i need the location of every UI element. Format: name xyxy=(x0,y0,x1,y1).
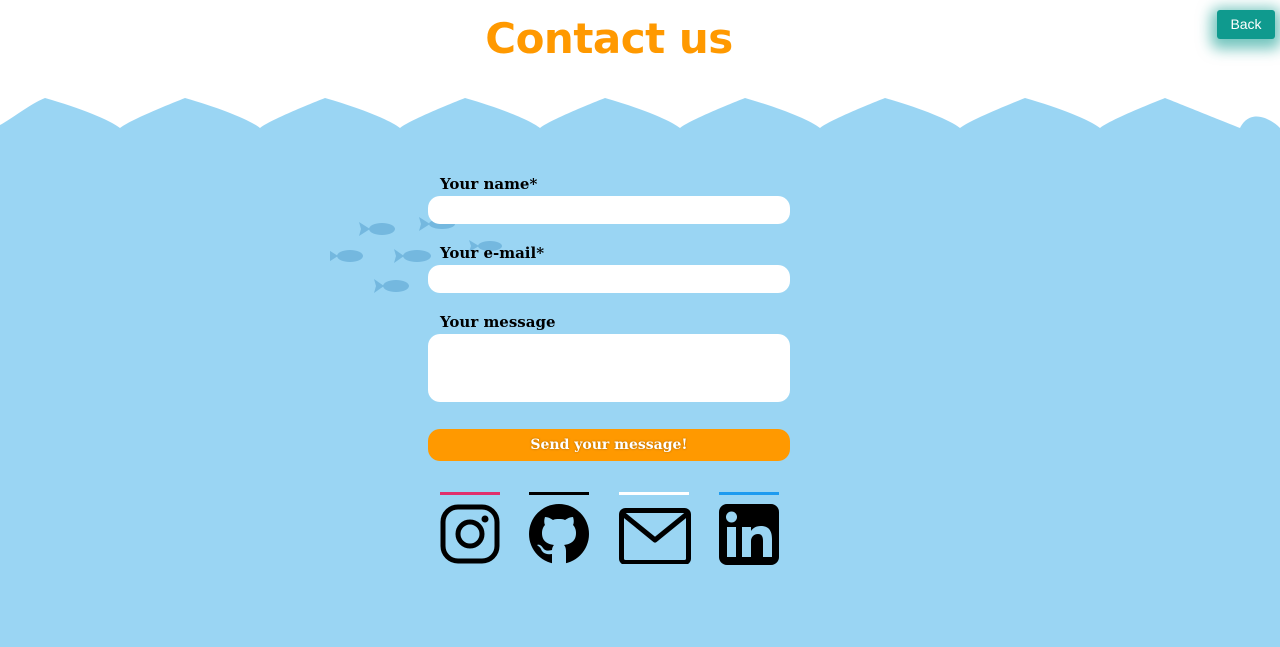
instagram-link[interactable] xyxy=(440,492,500,567)
fish-icon xyxy=(330,250,363,262)
instagram-icon xyxy=(440,504,500,564)
fish-icon xyxy=(359,222,395,236)
fish-icon xyxy=(394,249,431,263)
fish-icon xyxy=(374,279,409,293)
github-icon xyxy=(529,504,589,564)
email-link[interactable] xyxy=(619,492,691,567)
social-links xyxy=(440,492,780,567)
contact-page: Contact us Back Your name* Your e-mail* … xyxy=(0,0,1280,647)
back-button[interactable]: Back xyxy=(1217,10,1275,39)
instagram-accent-bar xyxy=(440,492,500,495)
github-link[interactable] xyxy=(529,492,589,567)
linkedin-icon xyxy=(719,504,779,565)
mail-icon xyxy=(619,508,691,564)
github-accent-bar xyxy=(529,492,589,495)
send-message-button[interactable]: Send your message! xyxy=(428,429,790,461)
name-field[interactable] xyxy=(428,196,790,224)
message-label: Your message xyxy=(440,313,556,331)
name-label: Your name* xyxy=(440,175,538,193)
linkedin-link[interactable] xyxy=(719,492,779,567)
message-field[interactable] xyxy=(428,334,790,402)
email-field[interactable] xyxy=(428,265,790,293)
page-title: Contact us xyxy=(485,14,733,63)
linkedin-accent-bar xyxy=(719,492,779,495)
email-accent-bar xyxy=(619,492,689,495)
header: Contact us xyxy=(0,0,1280,130)
email-label: Your e-mail* xyxy=(440,244,545,262)
